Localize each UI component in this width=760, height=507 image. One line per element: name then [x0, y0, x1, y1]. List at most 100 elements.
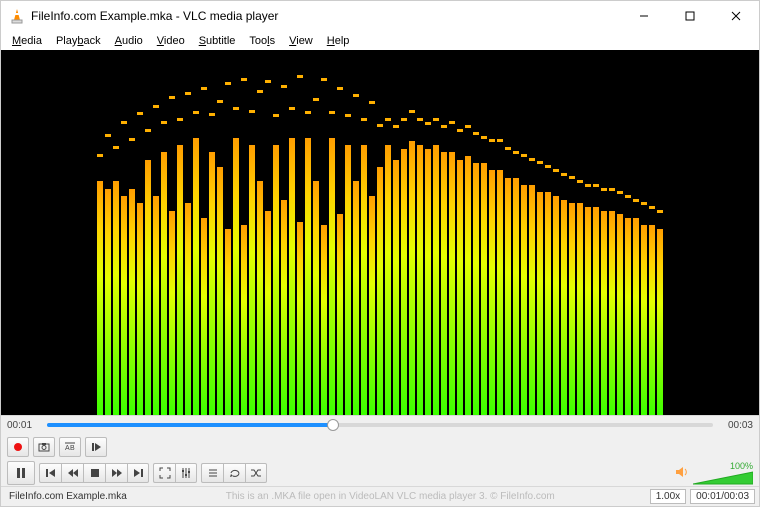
viz-peak [169, 96, 175, 99]
viz-bar [129, 189, 135, 415]
viz-bar [593, 207, 599, 415]
viz-peak [297, 75, 303, 78]
volume-label: 100% [730, 461, 753, 471]
viz-bar [185, 203, 191, 415]
playback-speed[interactable]: 1.00x [650, 489, 686, 504]
viz-peak [257, 90, 263, 93]
viz-bar [457, 160, 463, 416]
status-time[interactable]: 00:01/00:03 [690, 489, 755, 504]
menu-video[interactable]: Video [150, 34, 192, 48]
controls-panel: 00:01 00:03 AB [1, 415, 759, 506]
pause-button[interactable] [7, 461, 35, 485]
viz-peak [289, 107, 295, 110]
viz-peak [137, 112, 143, 115]
viz-bar [433, 145, 439, 415]
viz-bar [401, 149, 407, 415]
viz-bar [305, 138, 311, 415]
viz-peak [585, 184, 591, 187]
frame-step-button[interactable] [85, 437, 107, 457]
viz-peak [417, 118, 423, 121]
viz-peak [593, 184, 599, 187]
viz-bar [537, 192, 543, 415]
fullscreen-button[interactable] [153, 463, 175, 483]
menu-audio[interactable]: Audio [108, 34, 150, 48]
viz-peak [385, 118, 391, 121]
viz-peak [241, 78, 247, 81]
viz-peak [233, 107, 239, 110]
seek-slider[interactable] [47, 420, 713, 430]
viz-peak [345, 114, 351, 117]
close-button[interactable] [713, 1, 759, 31]
viz-bar [345, 145, 351, 415]
seek-thumb[interactable] [327, 419, 339, 431]
window-buttons [621, 1, 759, 31]
viz-bar [497, 170, 503, 415]
app-icon [9, 8, 25, 24]
viz-peak [409, 110, 415, 113]
viz-peak [433, 118, 439, 121]
viz-bar [601, 211, 607, 415]
viz-peak [369, 101, 375, 104]
prev-button[interactable] [39, 463, 61, 483]
shuffle-button[interactable] [245, 463, 267, 483]
nav-group [39, 463, 149, 483]
viz-bar [105, 189, 111, 415]
viz-bar [225, 229, 231, 415]
viz-peak [209, 113, 215, 116]
viz-bar [585, 207, 591, 415]
app-window: FileInfo.com Example.mka - VLC media pla… [0, 0, 760, 507]
viz-bar [481, 163, 487, 415]
viz-bar [97, 181, 103, 415]
viz-peak [617, 191, 623, 194]
menu-subtitle[interactable]: Subtitle [192, 34, 243, 48]
viz-peak [185, 92, 191, 95]
viz-peak [217, 100, 223, 103]
viz-bar [249, 145, 255, 415]
speaker-icon[interactable] [675, 465, 689, 481]
stop-button[interactable] [83, 463, 105, 483]
viz-bar [217, 167, 223, 415]
video-area[interactable] [1, 50, 759, 415]
viz-peak [401, 118, 407, 121]
viz-peak [313, 98, 319, 101]
viz-peak [225, 82, 231, 85]
time-total: 00:03 [719, 420, 753, 431]
viz-peak [441, 125, 447, 128]
loop-ab-button[interactable]: AB [59, 437, 81, 457]
viz-peak [145, 129, 151, 132]
menu-view[interactable]: View [282, 34, 320, 48]
viz-peak [201, 87, 207, 90]
viz-bar [161, 152, 167, 415]
menu-media[interactable]: Media [5, 34, 49, 48]
extended-settings-button[interactable] [175, 463, 197, 483]
rewind-button[interactable] [61, 463, 83, 483]
viz-bar [313, 181, 319, 415]
viz-peak [537, 161, 543, 164]
playlist-button[interactable] [201, 463, 223, 483]
viz-bar [113, 181, 119, 415]
menu-tools[interactable]: Tools [242, 34, 282, 48]
view-group [153, 463, 197, 483]
viz-bar [193, 138, 199, 415]
snapshot-button[interactable] [33, 437, 55, 457]
maximize-button[interactable] [667, 1, 713, 31]
viz-bar [385, 145, 391, 415]
viz-peak [601, 188, 607, 191]
volume-slider[interactable] [693, 471, 753, 485]
viz-bar [145, 160, 151, 416]
record-button[interactable] [7, 437, 29, 457]
viz-bar [417, 145, 423, 415]
viz-peak [529, 158, 535, 161]
viz-peak [153, 105, 159, 108]
minimize-button[interactable] [621, 1, 667, 31]
loop-button[interactable] [223, 463, 245, 483]
status-bar: FileInfo.com Example.mka This is an .MKA… [1, 486, 759, 506]
menu-help[interactable]: Help [320, 34, 357, 48]
forward-button[interactable] [105, 463, 127, 483]
viz-peak [177, 118, 183, 121]
viz-bar [137, 203, 143, 415]
menu-playback[interactable]: Playback [49, 34, 108, 48]
viz-bar [121, 196, 127, 415]
viz-peak [545, 165, 551, 168]
next-button[interactable] [127, 463, 149, 483]
